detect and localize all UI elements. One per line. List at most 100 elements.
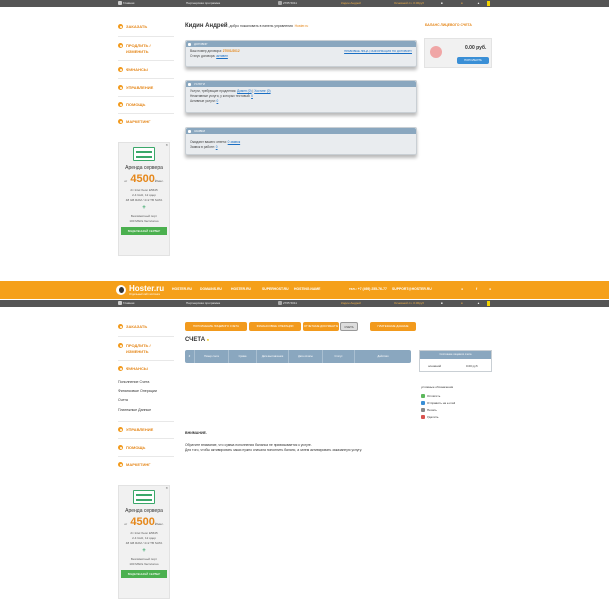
tab-topup[interactable]: ПОПОЛНЕНИЕ ЛИЦЕВОГО СЧЕТА [185, 322, 247, 331]
top-toolbar: Главная Партнерская программа 2765 5011 … [0, 0, 609, 7]
support-email[interactable]: SUPPORT@HOSTER.RU [392, 287, 432, 291]
sub-topup[interactable]: Пополнение Счета [118, 380, 149, 384]
sidebar-marketing[interactable]: МАРКЕТИНГ [118, 462, 150, 467]
user-link[interactable]: Кидин Андрей [341, 300, 361, 307]
warning-text-1: Обратите внимание, что сумма пополнения … [185, 443, 312, 447]
home-icon [118, 1, 122, 5]
balance-link[interactable]: Основной сч. 0.00руб [394, 300, 424, 307]
sidebar-finance[interactable]: ФИНАНСЫ [118, 366, 148, 371]
cart-icon[interactable]: ■ [441, 300, 443, 307]
partner-link[interactable]: Партнерская программа [186, 0, 220, 7]
server-icon [133, 147, 155, 161]
exit-icon[interactable] [487, 301, 490, 306]
nav-hoster[interactable]: HOSTER.RU [172, 287, 192, 291]
divider [118, 60, 174, 61]
tab-invoices[interactable]: СЧЕТА [340, 322, 358, 331]
email-icon [421, 401, 425, 405]
greeting: Кидин Андрей, добро пожаловать в панель … [185, 23, 309, 29]
sidebar-manage[interactable]: УПРАВЛЕНИЕ [118, 427, 153, 432]
sidebar-manage[interactable]: УПРАВЛЕНИЕ [118, 85, 153, 90]
bell-icon[interactable]: ▲ [477, 300, 480, 307]
arrow-icon [118, 24, 123, 29]
close-icon[interactable]: ✕ [165, 486, 168, 490]
help-icon[interactable]: ● [207, 337, 209, 342]
sidebar-help[interactable]: ПОМОЩЬ [118, 102, 145, 107]
nav-hoster-2[interactable]: HOSTER.RU [231, 287, 251, 291]
phone-icon [278, 1, 282, 5]
twitter-icon[interactable]: ● [489, 287, 491, 291]
exit-icon[interactable] [487, 1, 490, 6]
server-ad[interactable]: ✕ Аренда сервера от 4500₽/мес. 2× Intel … [118, 142, 170, 256]
user-link[interactable]: Кидин Андрей [341, 0, 361, 7]
bell-icon[interactable]: ▲ [477, 0, 480, 7]
tab-payment-data[interactable]: ПЛАТЕЖНЫЕ ДАННЫЕ [370, 322, 416, 331]
arrow-icon [118, 324, 123, 329]
sidebar-renew[interactable]: ПРОДЛИТЬ / [118, 43, 151, 48]
fb-icon[interactable]: f [476, 287, 477, 291]
piggy-bank-icon [430, 46, 442, 58]
sub-invoices[interactable]: Счета [118, 398, 128, 402]
balance-link[interactable]: Основной сч. 0.00руб [394, 0, 424, 7]
sidebar-order[interactable]: ЗАКАЗАТЬ [118, 324, 147, 329]
server-ad[interactable]: ✕ Аренда сервера от 4500₽/мес. 2× Intel … [118, 485, 170, 599]
home-link[interactable]: Главная [118, 0, 134, 7]
contract-panel: ДОГОВОР Ваш номер договора: 27001/2012 ПР… [185, 40, 417, 67]
phone-icon [278, 301, 282, 305]
contract-links[interactable]: ПРАВОВЫЕ ЛИЦА | ИНФОРМАЦИЯ ПО ДОГОВОРУ [344, 49, 412, 54]
nav-hostingname[interactable]: HOSTING.NAME [294, 287, 320, 291]
divider [118, 360, 174, 361]
partner-link[interactable]: Партнерская программа [186, 300, 220, 307]
divider [118, 456, 174, 457]
arrow-icon [118, 67, 123, 72]
plus-icon: + [142, 548, 146, 554]
warning-title: ВНИМАНИЕ. [185, 431, 207, 435]
logo-icon[interactable] [116, 285, 126, 295]
divider [118, 36, 174, 37]
requests-panel: ЗАЯВКИ Ожидают вашего ответа: 0 заявок З… [185, 127, 417, 155]
mail-icon[interactable]: ● [461, 0, 463, 7]
page-title: СЧЕТА ● [185, 337, 210, 343]
divider [118, 78, 174, 79]
tab-operations[interactable]: ФИНАНСОВЫЕ ОПЕРАЦИИ [249, 322, 301, 331]
sidebar-renew-2[interactable]: ИЗМЕНИТЬ [126, 349, 148, 354]
arrow-icon [118, 427, 123, 432]
arrow-icon [118, 343, 123, 348]
server-icon [133, 490, 155, 504]
hoster-header: Hoster.ru Отдельный сайт хостинга HOSTER… [0, 281, 609, 299]
divider [118, 113, 174, 114]
tab-documents[interactable]: ОТЧЕТНЫЕ ДОКУМЕНТЫ [303, 322, 339, 331]
phone-number: тел.: +7 (495) 255-76-77 [349, 287, 387, 291]
arrow-icon [118, 102, 123, 107]
arrow-icon [118, 43, 123, 48]
top-up-button[interactable]: ПОПОЛНИТЬ [457, 57, 489, 64]
sidebar-help[interactable]: ПОМОЩЬ [118, 445, 145, 450]
nav-superhost[interactable]: SUPERHOST.RU [262, 287, 289, 291]
delete-icon [421, 415, 425, 419]
mail-icon[interactable]: ● [461, 300, 463, 307]
balance-title: БАЛАНС ЛИЦЕВОГО СЧЕТА [425, 23, 472, 27]
plus-icon: + [142, 205, 146, 211]
home-icon [118, 301, 122, 305]
home-link[interactable]: Главная [118, 300, 134, 307]
vk-icon[interactable]: ● [461, 287, 463, 291]
nav-domains[interactable]: DOMAINS.RU [200, 287, 222, 291]
top-toolbar-2: Главная Партнерская программа 2765 5011 … [0, 300, 609, 307]
divider [118, 96, 174, 97]
sub-operations[interactable]: Финансовые Операции [118, 389, 157, 393]
print-icon [421, 408, 425, 412]
sidebar-renew-2[interactable]: ИЗМЕНИТЬ [126, 49, 148, 54]
sidebar-finance[interactable]: ФИНАНСЫ [118, 67, 148, 72]
sidebar-marketing[interactable]: МАРКЕТИНГ [118, 119, 150, 124]
divider [118, 421, 174, 422]
logo[interactable]: Hoster.ru [129, 284, 164, 293]
sub-payment-data[interactable]: Платежные Данные [118, 408, 151, 412]
sidebar-order[interactable]: ЗАКАЗАТЬ [118, 24, 147, 29]
phone-label: 2765 5011 [278, 0, 297, 7]
server-ad-button[interactable]: ВЫДЕЛЕННЫЙ СЕРВЕР [121, 570, 167, 578]
warning-text-2: Для того, чтобы активировать заказ нужно… [185, 448, 363, 452]
invoices-table-header: # Номер счета Сумма Дата выставления Дат… [185, 350, 411, 363]
sidebar-renew[interactable]: ПРОДЛИТЬ / [118, 343, 151, 348]
server-ad-button[interactable]: ВЫДЕЛЕННЫЙ СЕРВЕР [121, 227, 167, 235]
close-icon[interactable]: ✕ [165, 143, 168, 147]
cart-icon[interactable]: ■ [441, 0, 443, 7]
